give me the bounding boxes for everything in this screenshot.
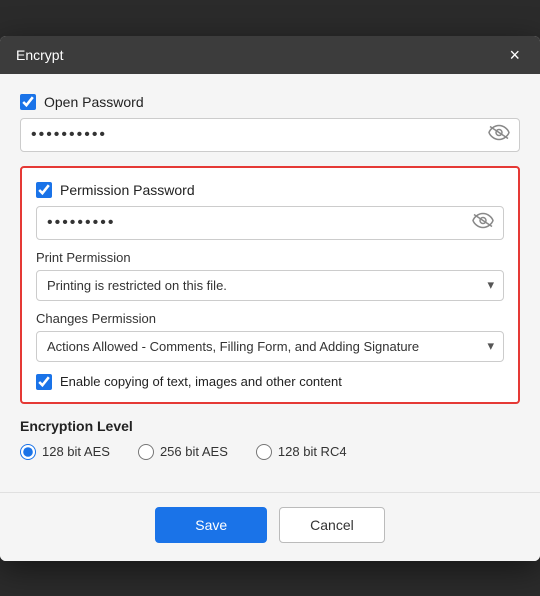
changes-permission-select[interactable]: Actions Allowed - Comments, Filling Form… xyxy=(36,331,504,362)
title-bar: Encrypt × xyxy=(0,36,540,74)
encrypt-dialog: Encrypt × Open Password xyxy=(0,36,540,561)
print-permission-select-wrap: Printing is restricted on this file. All… xyxy=(36,270,504,301)
permission-section: Permission Password Print Permission Pri… xyxy=(20,166,520,404)
open-password-checkbox-row: Open Password xyxy=(20,94,520,110)
open-password-input[interactable] xyxy=(20,118,520,152)
copy-checkbox[interactable] xyxy=(36,374,52,390)
encryption-radio-group: 128 bit AES 256 bit AES 128 bit RC4 xyxy=(20,444,520,460)
radio-128aes-item[interactable]: 128 bit AES xyxy=(20,444,110,460)
permission-password-eye-icon[interactable] xyxy=(472,212,494,233)
radio-128rc4-label: 128 bit RC4 xyxy=(278,444,347,459)
cancel-button[interactable]: Cancel xyxy=(279,507,385,543)
changes-permission-select-wrap: Actions Allowed - Comments, Filling Form… xyxy=(36,331,504,362)
permission-password-label[interactable]: Permission Password xyxy=(60,182,195,198)
close-button[interactable]: × xyxy=(505,46,524,64)
copy-checkbox-row: Enable copying of text, images and other… xyxy=(36,374,504,390)
open-password-label[interactable]: Open Password xyxy=(44,94,144,110)
open-password-field-wrap xyxy=(20,118,520,152)
open-password-eye-icon[interactable] xyxy=(488,124,510,145)
print-permission-label: Print Permission xyxy=(36,250,504,265)
print-permission-select[interactable]: Printing is restricted on this file. All… xyxy=(36,270,504,301)
open-password-section: Open Password xyxy=(20,94,520,152)
radio-128rc4-item[interactable]: 128 bit RC4 xyxy=(256,444,347,460)
changes-permission-label: Changes Permission xyxy=(36,311,504,326)
permission-password-input[interactable] xyxy=(36,206,504,240)
radio-128aes[interactable] xyxy=(20,444,36,460)
encryption-section: Encryption Level 128 bit AES 256 bit AES… xyxy=(20,418,520,460)
encryption-level-title: Encryption Level xyxy=(20,418,520,434)
permission-password-checkbox[interactable] xyxy=(36,182,52,198)
dialog-title: Encrypt xyxy=(16,47,63,63)
radio-256aes-label: 256 bit AES xyxy=(160,444,228,459)
save-button[interactable]: Save xyxy=(155,507,267,543)
dialog-body: Open Password Permission Password xyxy=(0,74,540,492)
permission-password-checkbox-row: Permission Password xyxy=(36,182,504,198)
radio-128rc4[interactable] xyxy=(256,444,272,460)
copy-label[interactable]: Enable copying of text, images and other… xyxy=(60,374,342,389)
radio-256aes-item[interactable]: 256 bit AES xyxy=(138,444,228,460)
dialog-footer: Save Cancel xyxy=(0,492,540,561)
radio-256aes[interactable] xyxy=(138,444,154,460)
permission-password-field-wrap xyxy=(36,206,504,240)
open-password-checkbox[interactable] xyxy=(20,94,36,110)
radio-128aes-label: 128 bit AES xyxy=(42,444,110,459)
